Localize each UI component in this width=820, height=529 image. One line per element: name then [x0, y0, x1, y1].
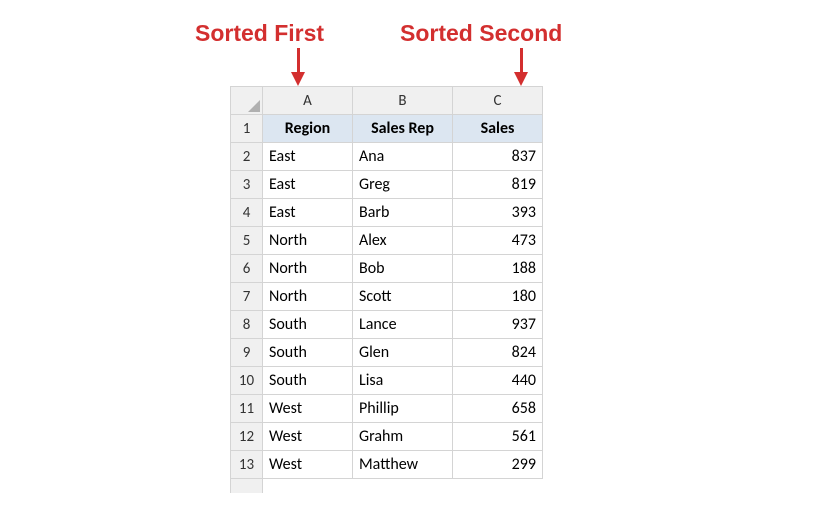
cell-C12[interactable]: 561 — [453, 423, 543, 451]
cell-B10[interactable]: Lisa — [353, 367, 453, 395]
cell-B11[interactable]: Phillip — [353, 395, 453, 423]
cell-B9[interactable]: Glen — [353, 339, 453, 367]
cell-C9[interactable]: 824 — [453, 339, 543, 367]
table-row: 5NorthAlex473 — [231, 227, 543, 255]
row-header[interactable]: 2 — [231, 143, 263, 171]
cell-A3[interactable]: East — [263, 171, 353, 199]
table-row: 2EastAna837 — [231, 143, 543, 171]
row-header[interactable]: 8 — [231, 311, 263, 339]
table-row: 13WestMatthew299 — [231, 451, 543, 479]
cell-C2[interactable]: 837 — [453, 143, 543, 171]
cell-B3[interactable]: Greg — [353, 171, 453, 199]
cell-A8[interactable]: South — [263, 311, 353, 339]
row-header[interactable]: 9 — [231, 339, 263, 367]
table-row: 11WestPhillip658 — [231, 395, 543, 423]
cell-C5[interactable]: 473 — [453, 227, 543, 255]
cell-B4[interactable]: Barb — [353, 199, 453, 227]
cell-A2[interactable]: East — [263, 143, 353, 171]
table-row: 1RegionSales RepSales — [231, 115, 543, 143]
row-header[interactable] — [231, 479, 263, 493]
col-header-C[interactable]: C — [453, 87, 543, 115]
cell-A12[interactable]: West — [263, 423, 353, 451]
cell-B14[interactable] — [353, 479, 453, 493]
cell-B6[interactable]: Bob — [353, 255, 453, 283]
arrow-first-head — [291, 72, 305, 86]
table-row: 6NorthBob188 — [231, 255, 543, 283]
row-header[interactable]: 5 — [231, 227, 263, 255]
cell-A6[interactable]: North — [263, 255, 353, 283]
cell-B8[interactable]: Lance — [353, 311, 453, 339]
col-header-B[interactable]: B — [353, 87, 453, 115]
cell-B1[interactable]: Sales Rep — [353, 115, 453, 143]
cell-C7[interactable]: 180 — [453, 283, 543, 311]
table-row: 3EastGreg819 — [231, 171, 543, 199]
row-header[interactable]: 6 — [231, 255, 263, 283]
row-header[interactable]: 10 — [231, 367, 263, 395]
cell-C3[interactable]: 819 — [453, 171, 543, 199]
row-header[interactable]: 12 — [231, 423, 263, 451]
arrow-second-head — [514, 72, 528, 86]
cell-C4[interactable]: 393 — [453, 199, 543, 227]
cell-C10[interactable]: 440 — [453, 367, 543, 395]
cell-A11[interactable]: West — [263, 395, 353, 423]
table-row: 12WestGrahm561 — [231, 423, 543, 451]
col-header-A[interactable]: A — [263, 87, 353, 115]
arrow-second — [520, 48, 523, 74]
cell-B12[interactable]: Grahm — [353, 423, 453, 451]
cell-C14[interactable] — [453, 479, 543, 493]
table-row: 9SouthGlen824 — [231, 339, 543, 367]
table-row — [231, 479, 543, 493]
row-header[interactable]: 11 — [231, 395, 263, 423]
cell-C13[interactable]: 299 — [453, 451, 543, 479]
cell-A13[interactable]: West — [263, 451, 353, 479]
cell-B7[interactable]: Scott — [353, 283, 453, 311]
row-header[interactable]: 1 — [231, 115, 263, 143]
cell-A9[interactable]: South — [263, 339, 353, 367]
row-header[interactable]: 3 — [231, 171, 263, 199]
cell-A1[interactable]: Region — [263, 115, 353, 143]
table-row: 8SouthLance937 — [231, 311, 543, 339]
cell-C1[interactable]: Sales — [453, 115, 543, 143]
label-sorted-second: Sorted Second — [400, 20, 562, 47]
cell-A7[interactable]: North — [263, 283, 353, 311]
table-row: 7NorthScott180 — [231, 283, 543, 311]
table-row: 4EastBarb393 — [231, 199, 543, 227]
label-sorted-first: Sorted First — [195, 20, 324, 47]
cell-C6[interactable]: 188 — [453, 255, 543, 283]
spreadsheet[interactable]: A B C 1RegionSales RepSales2EastAna8373E… — [230, 86, 543, 493]
cell-B13[interactable]: Matthew — [353, 451, 453, 479]
select-all-corner[interactable] — [231, 87, 263, 115]
cell-A14[interactable] — [263, 479, 353, 493]
cell-A5[interactable]: North — [263, 227, 353, 255]
cell-A4[interactable]: East — [263, 199, 353, 227]
row-header[interactable]: 4 — [231, 199, 263, 227]
cell-B2[interactable]: Ana — [353, 143, 453, 171]
cell-C8[interactable]: 937 — [453, 311, 543, 339]
row-header[interactable]: 7 — [231, 283, 263, 311]
arrow-first — [297, 48, 300, 74]
table-row: 10SouthLisa440 — [231, 367, 543, 395]
cell-C11[interactable]: 658 — [453, 395, 543, 423]
cell-B5[interactable]: Alex — [353, 227, 453, 255]
cell-A10[interactable]: South — [263, 367, 353, 395]
row-header[interactable]: 13 — [231, 451, 263, 479]
